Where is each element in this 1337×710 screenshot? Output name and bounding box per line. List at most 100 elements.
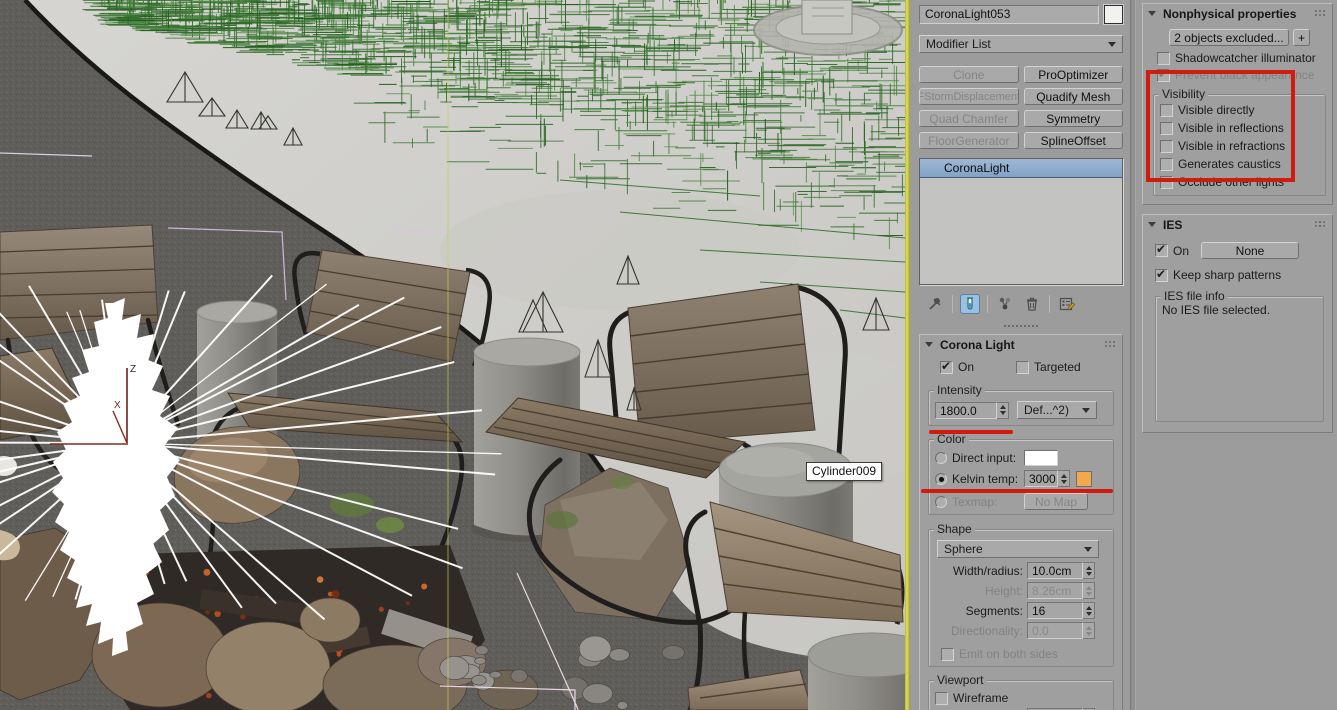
- cylinder-stool-4[interactable]: [807, 632, 937, 710]
- occlude-other-lights-checkbox[interactable]: [1160, 175, 1173, 189]
- segments-spinner[interactable]: 16: [1027, 602, 1095, 619]
- direct-input-label: Direct input:: [952, 451, 1017, 465]
- intensity-spinner[interactable]: 1800.0: [935, 401, 1009, 419]
- rollout-grip-icon: [1315, 221, 1327, 228]
- object-tooltip: Cylinder009: [806, 462, 883, 481]
- wireframe-label: Wireframe: [953, 691, 1009, 705]
- panel-splitter[interactable]: [1004, 325, 1038, 327]
- light-on-label: On: [958, 360, 975, 374]
- rollout-title: Nonphysical properties: [1163, 6, 1297, 21]
- prevent-black-checkbox[interactable]: ✔: [1157, 67, 1170, 82]
- 3dsmax-window: Z X Cylinder009 CoronaLight053 Modifier …: [0, 0, 1337, 710]
- width-radius-spinner[interactable]: 10.0cm: [1027, 562, 1095, 579]
- light-on-checkbox[interactable]: ✔: [940, 359, 953, 374]
- direct-input-radio[interactable]: [935, 452, 947, 464]
- rollout-collapse-icon: [1148, 222, 1156, 227]
- keep-sharp-patterns-checkbox[interactable]: ✔: [1155, 267, 1168, 282]
- viewport[interactable]: Z X Cylinder009: [0, 0, 940, 710]
- visible-refractions-checkbox[interactable]: [1160, 139, 1173, 153]
- rollout-title: IES: [1163, 217, 1183, 232]
- modifier-buttons: Clone ProOptimizer FStormDisplacement Qu…: [919, 66, 1123, 149]
- texmap-label: Texmap:: [952, 494, 998, 509]
- remove-modifier-icon[interactable]: [1022, 294, 1042, 314]
- viewport-scene[interactable]: Z X: [0, 0, 940, 710]
- add-exclude-button[interactable]: +: [1293, 29, 1310, 46]
- light-properties-panel: Nonphysical properties 2 objects exclude…: [1136, 0, 1337, 710]
- intensity-group-label: Intensity: [934, 383, 985, 397]
- texmap-radio[interactable]: [935, 495, 947, 508]
- shape-type-dropdown[interactable]: Sphere: [937, 540, 1099, 558]
- prevent-black-label: Prevent black appearance: [1175, 68, 1315, 82]
- quad-chamfer-button[interactable]: Quad Chamfer: [919, 110, 1019, 127]
- kelvin-temp-label: Kelvin temp:: [952, 471, 1019, 486]
- nonphysical-rollout-header[interactable]: Nonphysical properties: [1143, 4, 1332, 23]
- visible-directly-label: Visible directly: [1178, 103, 1255, 117]
- occlude-other-lights-label: Occlude other lights: [1178, 175, 1285, 189]
- keep-sharp-patterns-label: Keep sharp patterns: [1173, 268, 1282, 282]
- generates-caustics-checkbox[interactable]: [1160, 157, 1173, 171]
- wireframe-checkbox[interactable]: [935, 691, 948, 705]
- pin-stack-icon[interactable]: [925, 294, 945, 314]
- modifier-list-label: Modifier List: [926, 37, 991, 51]
- quadify-mesh-button[interactable]: Quadify Mesh: [1023, 88, 1123, 105]
- visible-refractions-label: Visible in refractions: [1178, 139, 1286, 153]
- chevron-down-icon: [1084, 546, 1092, 552]
- ies-on-label: On: [1173, 243, 1190, 258]
- object-name-field[interactable]: CoronaLight053: [919, 5, 1099, 24]
- exclude-objects-button[interactable]: 2 objects excluded...: [1169, 29, 1289, 46]
- chevron-down-icon: [1082, 407, 1090, 413]
- shadowcatcher-label: Shadowcatcher illuminator: [1175, 51, 1316, 65]
- shape-group-label: Shape: [934, 522, 975, 536]
- toolbar-separator: [1049, 295, 1050, 313]
- rollout-grip-icon: [1315, 10, 1327, 17]
- modifier-stack[interactable]: CoronaLight: [919, 158, 1123, 285]
- ies-none-button[interactable]: None: [1201, 242, 1300, 259]
- color-group-label: Color: [934, 432, 969, 446]
- ies-rollout-header[interactable]: IES: [1143, 215, 1332, 234]
- show-end-result-icon[interactable]: [960, 294, 980, 314]
- rollout-title: Corona Light: [940, 337, 1015, 352]
- chevron-down-icon: [1108, 41, 1116, 47]
- prooptimizer-button[interactable]: ProOptimizer: [1023, 66, 1123, 83]
- width-radius-label: Width/radius:: [952, 563, 1023, 578]
- rollout-collapse-icon: [1148, 11, 1156, 16]
- rollout-grip-icon: [1105, 341, 1117, 348]
- floorgenerator-button[interactable]: FloorGenerator: [919, 132, 1019, 149]
- fstormdisplacement-button[interactable]: FStormDisplacement: [919, 88, 1019, 105]
- visible-directly-checkbox[interactable]: [1160, 103, 1173, 117]
- nonphysical-rollout: Nonphysical properties 2 objects exclude…: [1142, 3, 1333, 205]
- intensity-units-dropdown[interactable]: Def...^2): [1017, 401, 1097, 419]
- height-spinner[interactable]: 8.26cm: [1027, 582, 1095, 599]
- kelvin-temp-radio[interactable]: [935, 472, 947, 485]
- directionality-spinner[interactable]: 0.0: [1027, 622, 1095, 639]
- kelvin-color-swatch[interactable]: [1076, 470, 1092, 487]
- toolbar-separator: [952, 295, 953, 313]
- height-label: Height:: [984, 583, 1023, 598]
- directionality-label: Directionality:: [950, 623, 1023, 638]
- emit-both-sides-label: Emit on both sides: [959, 647, 1058, 661]
- direct-color-swatch[interactable]: [1024, 450, 1058, 466]
- make-unique-icon[interactable]: [995, 294, 1015, 314]
- segments-label: Segments:: [965, 603, 1023, 618]
- clone-button[interactable]: Clone: [919, 66, 1019, 83]
- kelvin-temp-spinner[interactable]: 3000.0: [1024, 470, 1070, 487]
- visibility-group-label: Visibility: [1159, 87, 1209, 101]
- toolbar-separator: [987, 295, 988, 313]
- ies-file-info-text: No IES file selected.: [1162, 303, 1271, 317]
- symmetry-button[interactable]: Symmetry: [1023, 110, 1123, 127]
- visible-reflections-label: Visible in reflections: [1178, 121, 1284, 135]
- object-color-swatch[interactable]: [1103, 4, 1124, 25]
- viewport-group-label: Viewport: [934, 673, 987, 687]
- targeted-checkbox[interactable]: [1016, 360, 1030, 374]
- shadowcatcher-checkbox[interactable]: [1157, 51, 1170, 65]
- emit-both-sides-checkbox[interactable]: [941, 647, 954, 661]
- corona-light-rollout-header[interactable]: Corona Light: [920, 335, 1122, 354]
- visible-reflections-checkbox[interactable]: [1160, 121, 1173, 135]
- ies-file-info-label: IES file info: [1161, 289, 1228, 303]
- splineoffset-button[interactable]: SplineOffset: [1023, 132, 1123, 149]
- stack-item-coronalight[interactable]: CoronaLight: [920, 159, 1122, 178]
- configure-modifier-sets-icon[interactable]: [1057, 294, 1077, 314]
- texmap-button[interactable]: No Map: [1024, 493, 1088, 510]
- modifier-list-dropdown[interactable]: Modifier List: [919, 35, 1123, 53]
- ies-on-checkbox[interactable]: ✔: [1155, 242, 1168, 257]
